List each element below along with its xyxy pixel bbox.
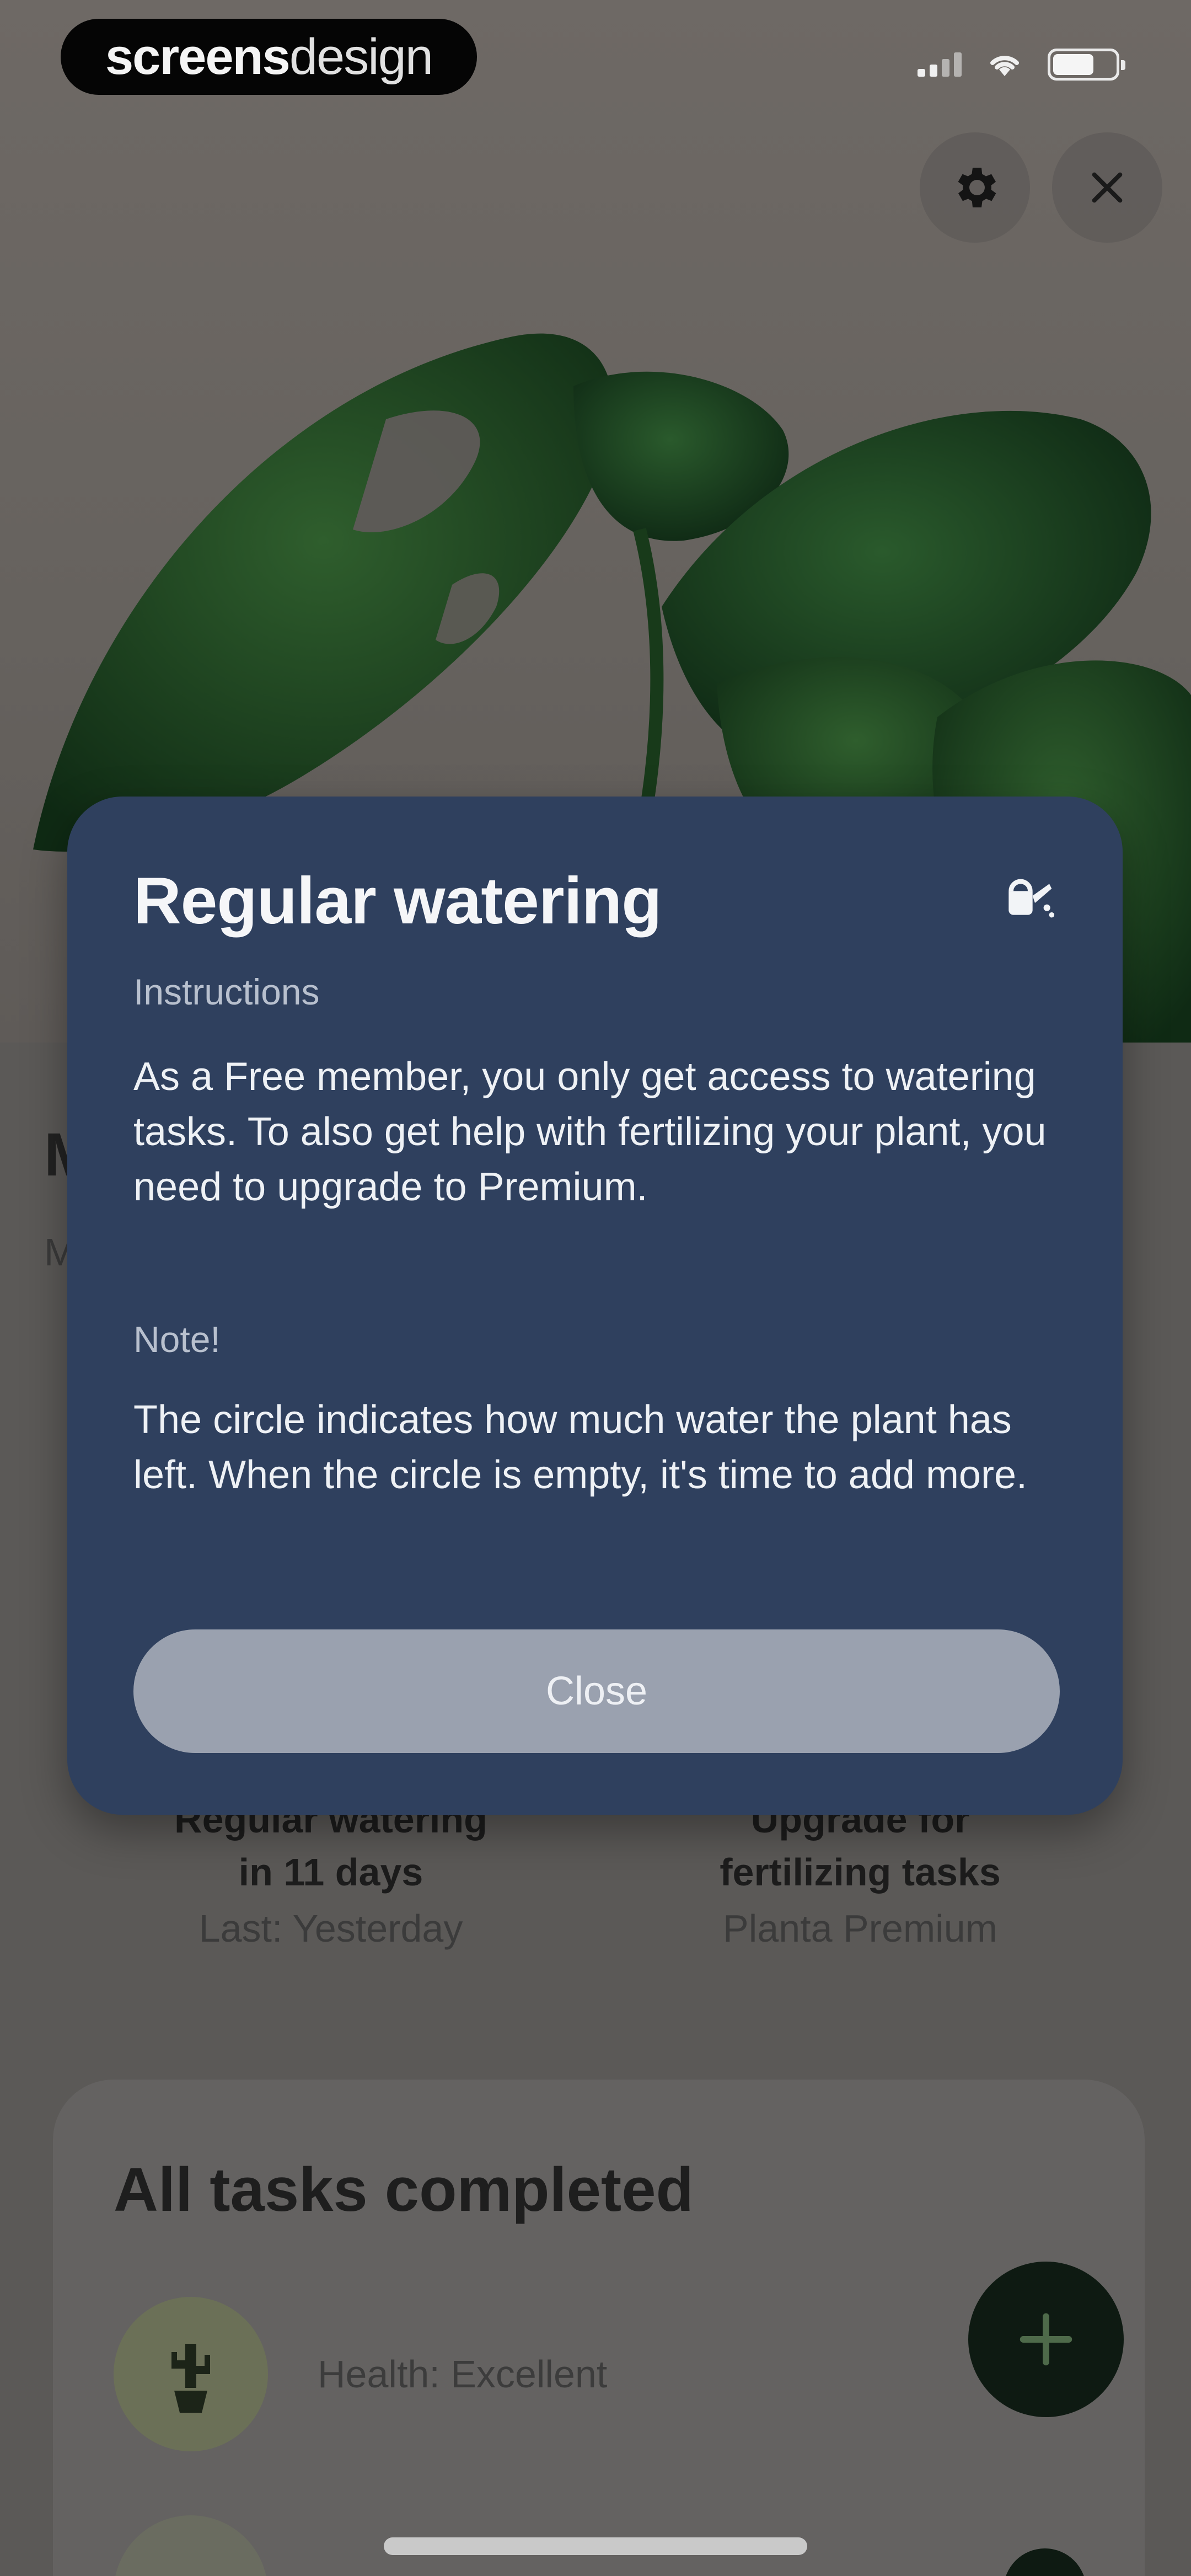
- watering-task[interactable]: Regular watering in 11 days Last: Yester…: [138, 1793, 524, 1955]
- plant-health-avatar: [114, 2297, 268, 2451]
- gear-icon: [958, 168, 996, 207]
- wifi-icon: [990, 56, 1019, 76]
- close-icon: [1092, 172, 1123, 203]
- fertilizing-task-subtitle: Planta Premium: [723, 1907, 997, 1950]
- note-text: The circle indicates how much water the …: [133, 1398, 1027, 1497]
- health-label: Health: Excellent: [318, 2353, 608, 2396]
- close-button[interactable]: Close: [133, 1629, 1060, 1753]
- modal-title: Regular watering: [133, 864, 662, 938]
- watering-task-subtitle: Last: Yesterday: [198, 1907, 463, 1950]
- watering-can-icon: [999, 867, 1056, 927]
- tasks-card-title: All tasks completed: [114, 2155, 694, 2224]
- brand-watermark: screens design: [61, 19, 477, 95]
- screen: screensdesign M M Regular watering in 11…: [0, 0, 1191, 2576]
- battery-icon: [1048, 49, 1125, 81]
- settings-button[interactable]: [920, 132, 1030, 243]
- status-icons: [918, 49, 1125, 81]
- health-row[interactable]: Health: Excellent: [114, 2297, 607, 2451]
- close-screen-button[interactable]: [1052, 132, 1162, 243]
- fertilizing-task[interactable]: Upgrade for fertilizing tasks Planta Pre…: [667, 1793, 1053, 1955]
- add-task-button[interactable]: [968, 2262, 1124, 2417]
- cellular-signal-icon: [918, 52, 962, 77]
- fertilizing-task-title-line2: fertilizing tasks: [720, 1851, 1001, 1894]
- brand-light-text: design: [289, 28, 433, 85]
- instructions-text: As a Free member, you only get access to…: [133, 1055, 1047, 1209]
- home-indicator[interactable]: [384, 2537, 807, 2555]
- watering-info-modal: Regular watering Instructions As a Free …: [67, 797, 1123, 1815]
- note-label: Note!: [133, 1319, 221, 1360]
- plus-icon: [1020, 2313, 1072, 2366]
- brand-bold-text: screens: [105, 28, 291, 85]
- watering-task-title-line2: in 11 days: [238, 1851, 423, 1894]
- cactus-icon: [171, 2344, 210, 2413]
- instructions-label: Instructions: [133, 971, 320, 1012]
